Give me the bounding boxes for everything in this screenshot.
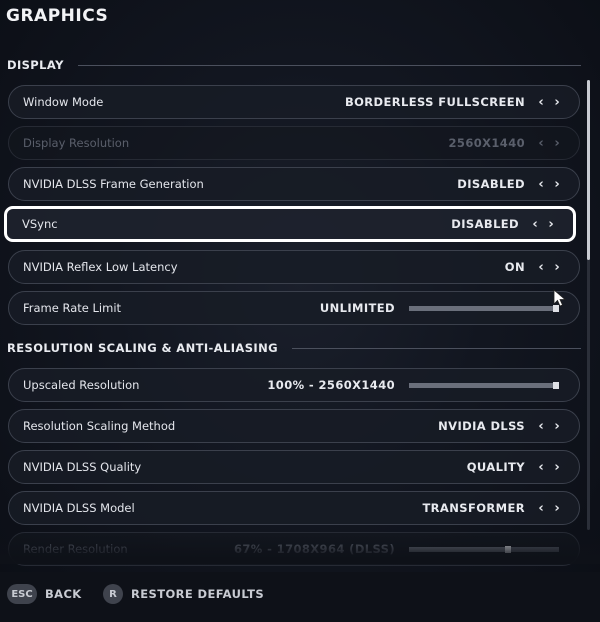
setting-value: 67% - 1708X964 (DLSS) — [233, 542, 395, 556]
setting-render-resolution: Render Resolution 67% - 1708X964 (DLSS) — [8, 532, 580, 566]
setting-value: DISABLED — [451, 217, 519, 231]
restore-defaults-label: RESTORE DEFAULTS — [131, 587, 265, 601]
chevron-left-icon[interactable]: ‹ — [533, 177, 549, 192]
setting-window-mode[interactable]: Window Mode BORDERLESS FULLSCREEN ‹ › — [8, 85, 580, 119]
scrollbar-thumb[interactable] — [587, 80, 590, 260]
setting-value: UNLIMITED — [319, 301, 395, 315]
setting-vsync[interactable]: VSync DISABLED ‹ › — [4, 206, 576, 242]
setting-label: Display Resolution — [23, 136, 130, 150]
setting-value: TRANSFORMER — [422, 501, 525, 515]
setting-label: NVIDIA DLSS Model — [23, 501, 135, 515]
chevron-right-icon[interactable]: › — [549, 460, 565, 475]
chevron-left-icon: ‹ — [538, 135, 544, 151]
setting-label: Frame Rate Limit — [23, 301, 122, 315]
setting-value: DISABLED — [457, 177, 525, 191]
setting-label: VSync — [22, 217, 58, 231]
setting-frame-rate-limit[interactable]: Frame Rate Limit UNLIMITED — [8, 291, 580, 325]
chevron-right-icon: › — [554, 135, 560, 151]
chevron-right-icon[interactable]: › — [549, 95, 565, 110]
setting-value: QUALITY — [466, 460, 525, 474]
esc-key-badge: ESC — [7, 584, 37, 604]
r-key-badge: R — [103, 584, 123, 604]
setting-label: Resolution Scaling Method — [23, 419, 176, 433]
setting-label: Window Mode — [23, 95, 104, 109]
slider-handle[interactable] — [553, 381, 559, 389]
back-button[interactable]: ESC BACK — [7, 584, 82, 604]
render-resolution-slider — [409, 545, 559, 553]
setting-display-resolution: Display Resolution 2560X1440 ‹ › — [8, 126, 580, 160]
chevron-left-icon[interactable]: ‹ — [533, 419, 549, 434]
setting-dlss-frame-generation[interactable]: NVIDIA DLSS Frame Generation DISABLED ‹ … — [8, 167, 580, 201]
setting-value: NVIDIA DLSS — [438, 419, 525, 433]
back-label: BACK — [45, 587, 82, 601]
section-header-display: DISPLAY — [7, 57, 581, 73]
setting-dlss-model[interactable]: NVIDIA DLSS Model TRANSFORMER ‹ › — [8, 491, 580, 525]
slider-fill — [409, 546, 505, 552]
setting-value: 100% - 2560X1440 — [267, 378, 395, 392]
chevron-right-icon[interactable]: › — [549, 501, 565, 516]
restore-defaults-button[interactable]: R RESTORE DEFAULTS — [103, 584, 264, 604]
chevron-right-icon[interactable]: › — [549, 419, 565, 434]
setting-upscaled-resolution[interactable]: Upscaled Resolution 100% - 2560X1440 — [8, 368, 580, 402]
setting-label: Render Resolution — [23, 542, 128, 556]
mouse-cursor-icon — [553, 289, 567, 307]
setting-value: BORDERLESS FULLSCREEN — [344, 95, 525, 109]
slider-fill — [409, 382, 553, 388]
chevron-right-icon[interactable]: › — [549, 260, 565, 275]
chevron-right-icon[interactable]: › — [549, 177, 565, 192]
setting-resolution-scaling-method[interactable]: Resolution Scaling Method NVIDIA DLSS ‹ … — [8, 409, 580, 443]
setting-dlss-quality[interactable]: NVIDIA DLSS Quality QUALITY ‹ › — [8, 450, 580, 484]
setting-label: Upscaled Resolution — [23, 378, 140, 392]
setting-label: NVIDIA DLSS Frame Generation — [23, 177, 204, 191]
section-label: RESOLUTION SCALING & ANTI-ALIASING — [7, 341, 278, 355]
setting-label: NVIDIA Reflex Low Latency — [23, 260, 178, 274]
chevron-left-icon[interactable]: ‹ — [533, 95, 549, 110]
footer-bar: ESC BACK R RESTORE DEFAULTS — [0, 572, 600, 622]
page-title: GRAPHICS — [6, 6, 109, 26]
section-divider — [291, 347, 581, 349]
chevron-left-icon[interactable]: ‹ — [533, 460, 549, 475]
setting-reflex-low-latency[interactable]: NVIDIA Reflex Low Latency ON ‹ › — [8, 250, 580, 284]
frame-rate-limit-slider[interactable] — [409, 304, 559, 312]
chevron-left-icon[interactable]: ‹ — [527, 217, 543, 232]
setting-value: ON — [504, 260, 525, 274]
slider-fill — [409, 305, 553, 311]
slider-handle — [505, 545, 511, 553]
section-header-resolution-scaling: RESOLUTION SCALING & ANTI-ALIASING — [7, 340, 581, 356]
section-divider — [77, 64, 581, 66]
upscaled-resolution-slider[interactable] — [409, 381, 559, 389]
chevron-left-icon[interactable]: ‹ — [533, 501, 549, 516]
section-label: DISPLAY — [7, 58, 64, 72]
chevron-right-icon[interactable]: › — [543, 217, 559, 232]
scrollbar[interactable] — [587, 80, 590, 530]
setting-value: 2560X1440 — [448, 136, 525, 150]
setting-label: NVIDIA DLSS Quality — [23, 460, 142, 474]
chevron-left-icon[interactable]: ‹ — [533, 260, 549, 275]
